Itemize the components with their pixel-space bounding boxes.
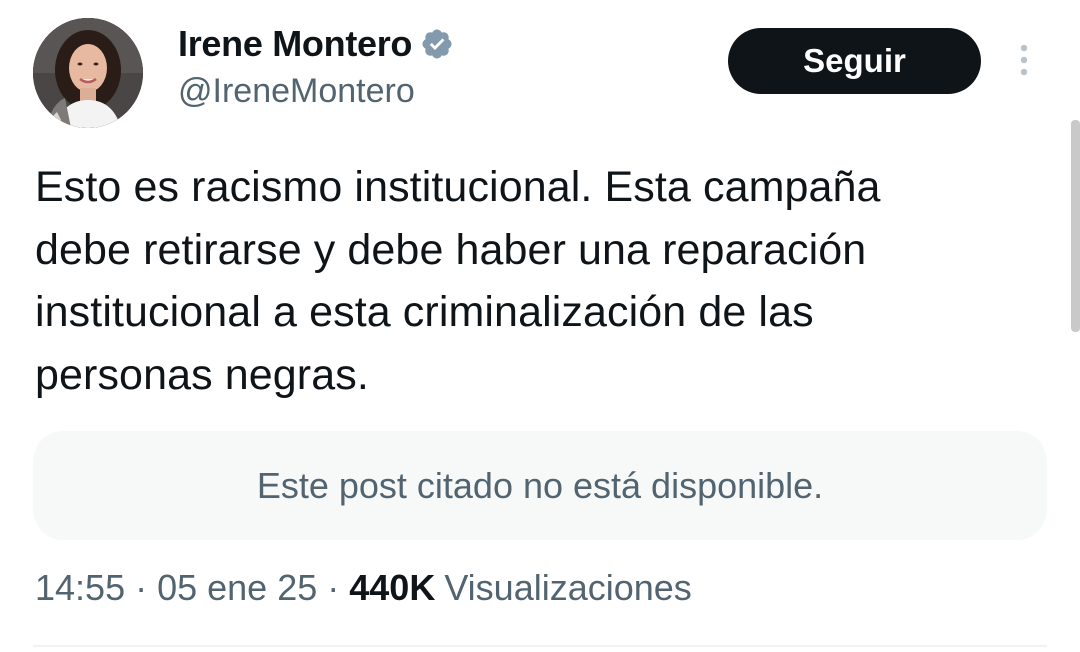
avatar[interactable] xyxy=(33,18,143,128)
views-count[interactable]: 440K xyxy=(349,567,435,609)
tweet-time[interactable]: 14:55 xyxy=(35,567,125,609)
scrollbar[interactable] xyxy=(1071,120,1080,332)
tweet-text: Esto es racismo institucional. Esta camp… xyxy=(35,163,881,399)
author-name-row: Irene Montero xyxy=(178,22,454,66)
tweet-date[interactable]: 05 ene 25 xyxy=(157,567,317,609)
author-display-name[interactable]: Irene Montero xyxy=(178,23,412,65)
profile-photo xyxy=(33,18,143,128)
more-vertical-icon[interactable] xyxy=(1010,40,1038,84)
quoted-post-message: Este post citado no está disponible. xyxy=(256,464,824,506)
verified-badge-icon[interactable] xyxy=(420,27,454,61)
meta-separator: · xyxy=(135,567,148,608)
divider xyxy=(33,645,1047,647)
author-handle[interactable]: @IreneMontero xyxy=(178,72,415,111)
meta-separator: · xyxy=(327,567,340,608)
tweet-meta: 14:55 · 05 ene 25 · 440K Visualizaciones xyxy=(35,565,692,611)
quoted-post-unavailable: Este post citado no está disponible. xyxy=(33,431,1047,540)
views-label[interactable]: Visualizaciones xyxy=(444,567,691,609)
follow-button[interactable]: Seguir xyxy=(728,28,981,94)
